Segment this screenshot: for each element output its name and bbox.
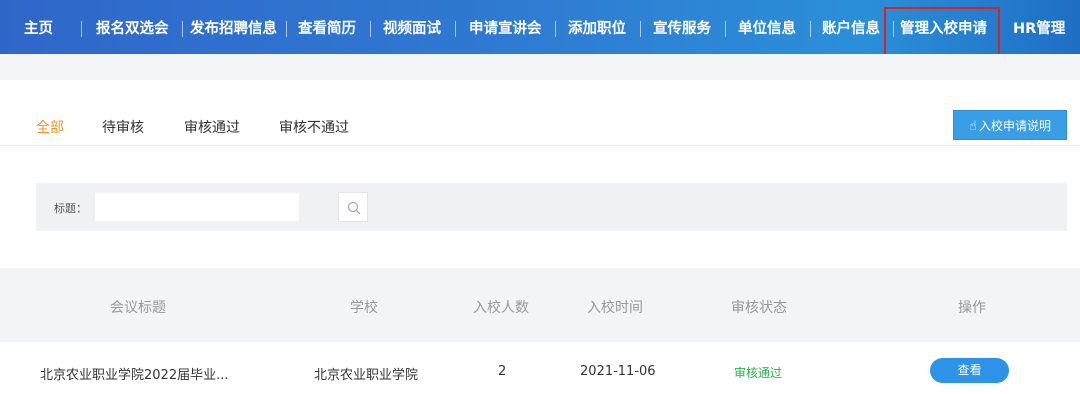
row-date: 2021-11-06: [580, 364, 656, 379]
nav-item-promotion[interactable]: 宣传服务: [653, 0, 711, 54]
nav-item-post-recruitment[interactable]: 发布招聘信息: [190, 0, 277, 54]
table-row: 北京农业职业学院2022届毕业... 北京农业职业学院 2 2021-11-06…: [0, 342, 1080, 394]
top-navigation-bar: 主页 报名双选会 发布招聘信息 查看简历 视频面试 申请宣讲会 添加职位 宣传服…: [0, 0, 1080, 58]
nav-item-home[interactable]: 主页: [24, 0, 53, 54]
tab-approved[interactable]: 审核通过: [184, 117, 240, 137]
column-header-school: 学校: [350, 300, 378, 316]
nav-item-view-resumes[interactable]: 查看简历: [298, 0, 356, 54]
column-header-date: 入校时间: [587, 300, 643, 316]
row-school: 北京农业职业学院: [314, 368, 419, 383]
nav-item-company-info[interactable]: 单位信息: [738, 0, 796, 54]
column-header-action: 操作: [958, 300, 986, 316]
view-button[interactable]: 查看: [930, 358, 1009, 383]
status-badge: 审核通过: [734, 366, 783, 380]
nav-separator: [81, 21, 82, 37]
tab-pending[interactable]: 待审核: [102, 117, 144, 137]
tab-all[interactable]: 全部: [36, 117, 64, 137]
row-title: 北京农业职业学院2022届毕业...: [40, 368, 229, 383]
nav-separator: [286, 21, 287, 37]
column-header-status: 审核状态: [731, 300, 787, 316]
nav-separator: [182, 21, 183, 37]
nav-separator: [725, 21, 726, 37]
nav-item-hr-management[interactable]: HR管理: [1013, 0, 1065, 54]
nav-separator: [455, 21, 456, 37]
status-tabs: 全部 待审核 审核通过 审核不通过: [0, 80, 1080, 146]
hand-pointer-icon: ☝: [969, 119, 977, 134]
column-header-title: 会议标题: [110, 300, 166, 316]
nav-separator: [370, 21, 371, 37]
nav-separator: [640, 21, 641, 37]
help-button-label: 入校申请说明: [978, 119, 1051, 133]
row-count: 2: [498, 364, 507, 379]
campus-application-help-button[interactable]: ☝ 入校申请说明: [953, 110, 1067, 140]
nav-item-job-fair-signup[interactable]: 报名双选会: [96, 0, 169, 54]
search-icon: [347, 201, 361, 215]
title-search-input[interactable]: [94, 192, 300, 222]
tab-rejected[interactable]: 审核不通过: [279, 117, 349, 137]
nav-separator: [555, 21, 556, 37]
search-panel: 标题：: [36, 183, 1067, 231]
search-label: 标题：: [54, 202, 87, 215]
nav-separator: [810, 21, 811, 37]
nav-item-apply-seminar[interactable]: 申请宣讲会: [469, 0, 542, 54]
nav-item-video-interview[interactable]: 视频面试: [383, 0, 441, 54]
nav-item-account-info[interactable]: 账户信息: [822, 0, 880, 54]
highlight-box: [884, 7, 1000, 58]
search-button[interactable]: [338, 192, 368, 222]
nav-item-add-position[interactable]: 添加职位: [568, 0, 626, 54]
table-header: 会议标题 学校 入校人数 入校时间 审核状态 操作: [0, 268, 1080, 342]
column-header-count: 入校人数: [473, 300, 529, 316]
sub-header-band: [0, 54, 1080, 80]
